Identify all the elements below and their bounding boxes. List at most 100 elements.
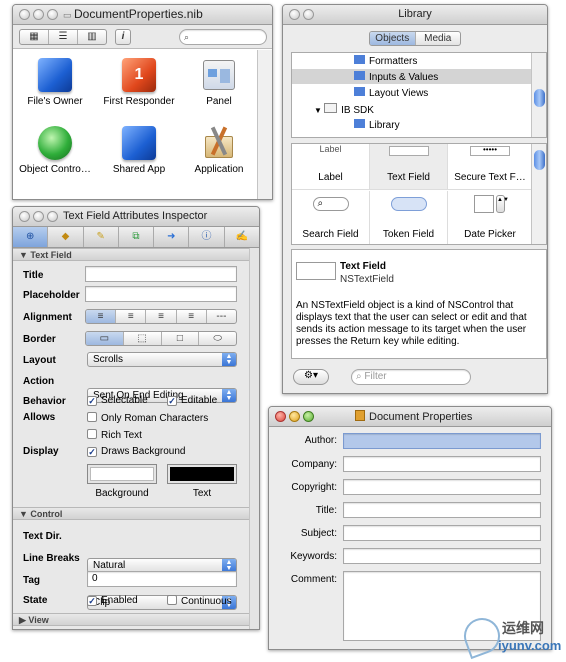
only-roman-checkbox[interactable]: Only Roman Characters <box>87 412 208 424</box>
minimize-button[interactable] <box>33 9 44 20</box>
library-item-search-field[interactable]: ⌕ Search Field <box>292 191 370 244</box>
text-color-well[interactable] <box>167 464 237 484</box>
alignment-control[interactable]: ≡ ≡ ≡ ≡ --- <box>85 309 237 324</box>
border-bezel-icon[interactable]: □ <box>162 332 200 345</box>
border-line-icon[interactable]: ⬚ <box>124 332 162 345</box>
editable-checkbox[interactable]: ✓ Editable <box>167 395 217 406</box>
author-field[interactable] <box>343 433 541 449</box>
zoom-button[interactable] <box>303 411 314 422</box>
list-view-icon[interactable]: ☰ <box>49 30 78 44</box>
nib-scrollbar[interactable] <box>257 50 272 199</box>
title-field[interactable] <box>343 502 541 518</box>
enabled-checkbox[interactable]: ✓ Enabled <box>87 595 138 606</box>
company-field[interactable] <box>343 456 541 472</box>
tab-connections[interactable]: ➜ <box>154 227 190 247</box>
tag-field[interactable]: 0 <box>87 571 237 587</box>
layout-popup[interactable]: Scrolls ▲ ▼ <box>87 352 237 367</box>
nib-search-field[interactable]: ⌕ <box>179 29 267 45</box>
align-right-icon[interactable]: ≡ <box>146 310 177 323</box>
nib-object[interactable]: Object Contro… <box>15 124 95 184</box>
column-view-icon[interactable]: ▥ <box>78 30 106 44</box>
title-field[interactable] <box>85 266 237 282</box>
border-rounded-icon[interactable]: ⬭ <box>199 332 236 345</box>
zoom-button[interactable] <box>47 9 58 20</box>
subject-field[interactable] <box>343 525 541 541</box>
tab-scripting[interactable]: ✍ <box>225 227 259 247</box>
nib-object[interactable]: Application <box>183 124 255 184</box>
tab-effects[interactable]: ◆ <box>48 227 84 247</box>
minimize-button[interactable] <box>289 411 300 422</box>
align-justify-icon[interactable]: ≡ <box>177 310 207 323</box>
cube-icon: 1 <box>122 58 156 92</box>
grid-scrollbar[interactable] <box>531 144 546 244</box>
tree-item[interactable]: Layout Views <box>354 87 428 99</box>
close-button[interactable] <box>275 411 286 422</box>
tab-objects[interactable]: Objects <box>370 32 416 45</box>
align-center-icon[interactable]: ≡ <box>116 310 147 323</box>
library-item-token-field[interactable]: Token Field <box>370 191 448 244</box>
nib-object-label: Application <box>194 164 244 175</box>
tab-media[interactable]: Media <box>416 32 461 45</box>
tab-bindings[interactable]: ⧉ <box>119 227 155 247</box>
tab-attributes[interactable]: ⊕ <box>13 227 49 247</box>
tree-item[interactable]: ▼ IB SDK <box>314 103 374 116</box>
rich-text-checkbox[interactable]: Rich Text <box>87 429 142 441</box>
selectable-checkbox[interactable]: ✓ Selectable <box>87 395 148 406</box>
align-left-icon[interactable]: ≡ <box>86 310 117 323</box>
layout-label: Layout <box>23 355 56 366</box>
nib-object[interactable]: Shared App <box>103 124 175 184</box>
section-text-field[interactable]: ▼ Text Field <box>13 248 259 261</box>
border-control[interactable]: ▭ ⬚ □ ⬭ <box>85 331 237 346</box>
nib-title: ▭ DocumentProperties.nib <box>63 7 203 21</box>
library-tree: Formatters Inputs & Values Layout Views … <box>291 52 547 138</box>
continuous-checkbox[interactable]: Continuous <box>167 595 232 607</box>
watermark-cn: 运维网 <box>502 621 544 637</box>
nib-object[interactable]: File's Owner <box>19 56 91 116</box>
keywords-label: Keywords: <box>290 551 337 562</box>
tab-size[interactable]: ✎ <box>84 227 119 247</box>
close-button[interactable] <box>19 9 30 20</box>
tree-scrollbar[interactable] <box>531 53 546 137</box>
keywords-field[interactable] <box>343 548 541 564</box>
background-color-well[interactable] <box>87 464 157 484</box>
tree-item[interactable]: Formatters <box>354 55 417 67</box>
library-item-label[interactable]: Label Label <box>292 144 370 190</box>
minimize-button[interactable] <box>33 211 44 222</box>
view-mode-segmented-control[interactable]: ▦ ☰ ▥ <box>19 29 107 45</box>
inspector-window: Text Field Attributes Inspector ⊕ ◆ ✎ ⧉ … <box>12 206 260 630</box>
border-none-icon[interactable]: ▭ <box>86 332 124 345</box>
library-title: Library <box>398 8 432 20</box>
nib-object[interactable]: 1 First Responder <box>99 56 179 116</box>
library-item-text-field[interactable]: Text Field <box>370 144 448 190</box>
docprops-titlebar: Document Properties <box>269 407 551 427</box>
placeholder-field[interactable] <box>85 286 237 302</box>
align-natural-icon[interactable]: --- <box>207 310 236 323</box>
section-control[interactable]: ▼ Control <box>13 507 259 520</box>
tab-identity[interactable]: ⓘ <box>189 227 225 247</box>
tree-item[interactable]: Inputs & Values <box>354 71 438 83</box>
scroll-icon: ✍ <box>235 231 249 242</box>
draws-background-checkbox[interactable]: ✓ Draws Background <box>87 446 185 457</box>
library-filter-field[interactable]: ⌕ Filter <box>351 369 471 385</box>
library-tab-control[interactable]: Objects Media <box>369 31 461 46</box>
disclosure-triangle-icon[interactable]: ▼ <box>314 106 324 115</box>
checkmark-icon: ✓ <box>167 396 177 406</box>
tree-item[interactable]: Library <box>354 119 400 131</box>
close-button[interactable] <box>19 211 30 222</box>
nib-window: ▭ DocumentProperties.nib ▦ ☰ ▥ i ⌕ File's … <box>12 4 273 200</box>
text-color-label: Text <box>192 488 212 499</box>
section-view[interactable]: ▶ View <box>13 613 259 626</box>
info-button[interactable]: i <box>115 29 131 45</box>
icon-view-icon[interactable]: ▦ <box>20 30 49 44</box>
copyright-field[interactable] <box>343 479 541 495</box>
library-item-secure-text-field[interactable]: ••••• Secure Text F… <box>448 144 532 190</box>
title-label: Title <box>23 270 44 281</box>
inspector-scrollbar[interactable] <box>249 248 259 629</box>
library-window: Library Objects Media Formatters Inputs … <box>282 4 548 394</box>
library-item-date-picker[interactable]: ▲▼ Date Picker <box>448 191 532 244</box>
nib-object[interactable]: Panel <box>183 56 255 116</box>
nib-titlebar: ▭ DocumentProperties.nib <box>13 5 272 25</box>
action-menu-button[interactable]: ⚙▾ <box>293 369 329 385</box>
action-label: Action <box>23 376 55 387</box>
zoom-button[interactable] <box>47 211 58 222</box>
